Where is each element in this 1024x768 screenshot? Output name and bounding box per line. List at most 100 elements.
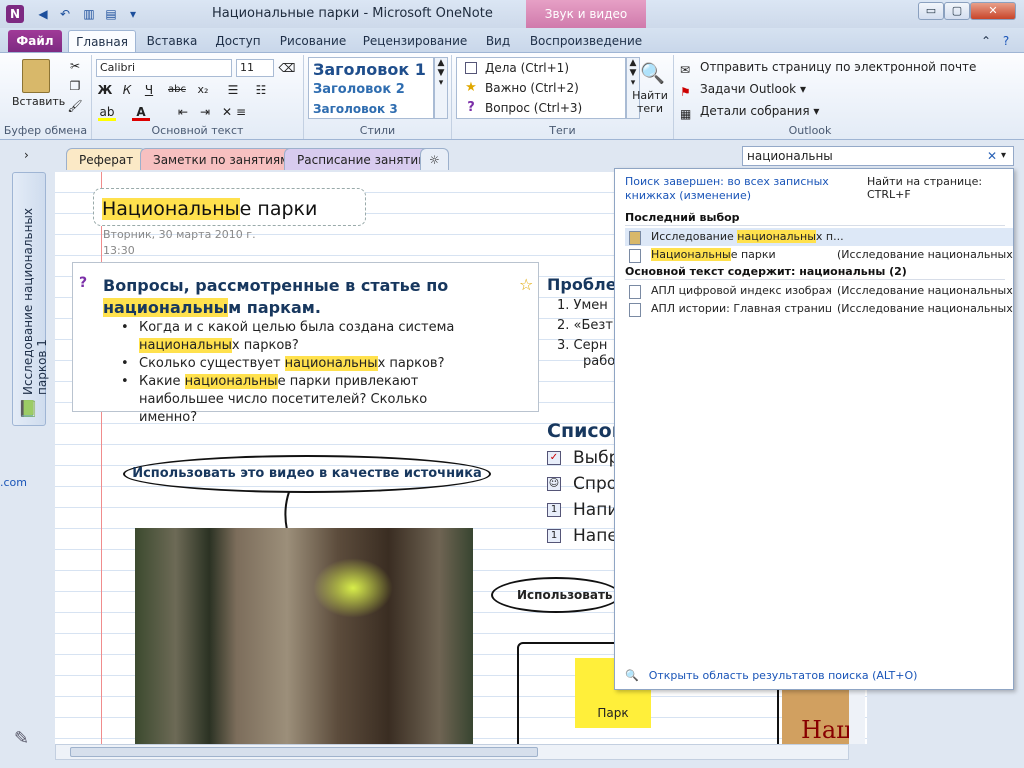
tab-insert[interactable]: Вставка [140, 30, 204, 52]
section-tab-notes[interactable]: Заметки по занятиям [140, 148, 303, 170]
subscript-button[interactable]: x₂ [192, 81, 214, 99]
format-painter-icon[interactable]: 🖌 [66, 97, 84, 115]
tag-question[interactable]: ? Вопрос (Ctrl+3) [459, 98, 609, 118]
dock-icon[interactable]: ▥ [80, 5, 98, 23]
font-size-field[interactable]: 11 [236, 59, 274, 77]
section-tab-referat[interactable]: Реферат [66, 148, 147, 170]
tab-home[interactable]: Главная [68, 30, 136, 52]
page-title-box[interactable]: Национальные парки [93, 188, 366, 226]
group-tags: Дела (Ctrl+1) ★ Важно (Ctrl+2) ? Вопрос (C… [452, 55, 674, 139]
bullets-icon[interactable]: ☰ [224, 81, 242, 99]
font-color-icon[interactable]: A [132, 103, 150, 121]
copy-icon[interactable]: ❐ [66, 77, 84, 95]
highlight-icon[interactable]: ab [98, 103, 116, 121]
style-heading-1[interactable]: Заголовок 1 [313, 60, 426, 79]
new-section-icon[interactable]: ☼ [420, 148, 449, 170]
customize-qat-icon[interactable]: ▾ [124, 5, 142, 23]
clear-formatting-icon[interactable]: ⌫ [278, 59, 296, 77]
page-list-icon[interactable]: ✎ [14, 728, 40, 754]
section-tab-bar: › Реферат Заметки по занятиям Расписание… [0, 140, 1024, 170]
style-heading-3[interactable]: Заголовок 3 [313, 102, 398, 116]
r1-a: Исследование [651, 230, 738, 243]
callout-video[interactable]: Использовать это видео в качестве источн… [123, 455, 491, 493]
body-text-heading: Основной текст содержит: национальны (2) [625, 265, 1005, 280]
increase-indent-icon[interactable]: ⇥ [196, 103, 214, 121]
decrease-indent-icon[interactable]: ⇤ [174, 103, 192, 121]
section-tab-schedule[interactable]: Расписание занятий [284, 148, 440, 170]
forest-photo[interactable] [135, 528, 473, 744]
tab-draw[interactable]: Рисование [272, 30, 354, 52]
result-page-parks[interactable]: Национальные парки (Исследование национа… [625, 246, 1013, 264]
font-name-field[interactable]: Calibri [96, 59, 232, 77]
meeting-details-button[interactable]: ▦ Детали собрания ▾ [680, 101, 819, 121]
clear-search-icon[interactable]: ✕ [987, 147, 997, 165]
fullpage-icon[interactable]: ▤ [102, 5, 120, 23]
style-heading-2[interactable]: Заголовок 2 [313, 82, 405, 97]
meeting-details-label: Детали собрания ▾ [700, 104, 820, 118]
tab-view[interactable]: Вид [476, 30, 520, 52]
q2-a: Сколько существует [139, 356, 285, 371]
cut-icon[interactable]: ✂ [66, 57, 84, 75]
paste-icon[interactable] [22, 59, 50, 93]
help-icon[interactable]: ? [998, 30, 1014, 52]
undo-icon[interactable]: ↶ [56, 5, 74, 23]
close-button[interactable]: ✕ [970, 2, 1016, 20]
important-star-icon: ☆ [519, 275, 534, 294]
search-input[interactable]: национальны ✕ ▾ [742, 146, 1014, 166]
tab-share[interactable]: Доступ [208, 30, 268, 52]
numbered-item-1: 1. Умен [557, 298, 608, 313]
styles-scroll[interactable]: ▲ ▼ ▾ [434, 57, 448, 119]
q-head-part2: м паркам. [228, 298, 321, 317]
q1-b: х парков? [231, 338, 299, 353]
q2-hl: национальны [284, 356, 378, 371]
horizontal-scrollbar[interactable] [55, 744, 849, 760]
magnifier-icon: 🔍 [640, 61, 665, 85]
q2-b: х парков? [377, 356, 445, 371]
italic-button[interactable]: К [118, 81, 136, 99]
numbering-icon[interactable]: ☷ [252, 81, 270, 99]
leaves-highlight [313, 558, 393, 618]
bold-button[interactable]: Ж [96, 81, 114, 99]
email-page-button[interactable]: ✉ Отправить страницу по электронной почте [680, 57, 976, 77]
align-icon[interactable]: ≡ [232, 103, 250, 121]
minimize-button[interactable]: ▭ [918, 2, 944, 20]
flag-icon: ⚑ [680, 85, 691, 99]
page-title: Национальные парки [102, 198, 317, 220]
minimize-ribbon-icon[interactable]: ⌃ [978, 30, 994, 52]
search-query: национальны [747, 149, 833, 163]
tab-playback[interactable]: Воспроизведение [528, 30, 644, 52]
email-page-label: Отправить страницу по электронной почте [700, 60, 977, 74]
tab-review[interactable]: Рецензирование [360, 30, 470, 52]
tag-important[interactable]: ★ Важно (Ctrl+2) [459, 78, 609, 98]
back-icon[interactable]: ◀ [34, 5, 52, 23]
search-scope-dropdown-icon[interactable]: ▾ [1001, 147, 1006, 165]
tag-todo[interactable]: Дела (Ctrl+1) [459, 58, 609, 78]
outlook-tasks-button[interactable]: ⚑ Задачи Outlook ▾ [680, 79, 806, 99]
result-apl-history-name: АПЛ истории: Главная страница [651, 302, 831, 315]
result-apl-index[interactable]: АПЛ цифровой индекс изображ... (Исследов… [625, 282, 1013, 300]
meeting-icon: ▦ [680, 107, 692, 121]
scroll-thumb[interactable] [70, 747, 538, 757]
result-apl-history[interactable]: АПЛ истории: Главная страница (Исследова… [625, 300, 1013, 318]
open-results-pane-link[interactable]: 🔍 Открыть область результатов поиска (ALT… [625, 669, 917, 682]
maximize-button[interactable]: ▢ [944, 2, 970, 20]
styles-gallery[interactable]: Заголовок 1 Заголовок 2 Заголовок 3 [308, 57, 434, 119]
ribbon: Вставить ✂ ❐ 🖌 Буфер обмена Calibri 11 ⌫… [0, 52, 1024, 140]
group-styles: Заголовок 1 Заголовок 2 Заголовок 3 ▲ ▼ ▾ … [304, 55, 452, 139]
search-scope-link[interactable]: Поиск завершен: во всех записных книжках… [625, 175, 861, 203]
tab-file[interactable]: Файл [8, 30, 62, 52]
strikethrough-button[interactable]: abc [164, 81, 190, 99]
callout-secondary[interactable]: Использовать эт [491, 577, 621, 613]
q1-a: Когда и с какой целью была создана систе… [139, 320, 455, 335]
open-results-pane-label: Открыть область результатов поиска (ALT+… [648, 669, 918, 682]
expand-nav-icon[interactable]: › [24, 148, 29, 162]
paste-button[interactable]: Вставить [12, 95, 65, 108]
underline-button[interactable]: Ч [140, 81, 158, 99]
result-notebook[interactable]: Исследование национальных п... [625, 228, 1013, 246]
notebook-pane[interactable]: Исследование национальных парков 1 📗 [12, 172, 49, 426]
q3-hl: национальны [184, 374, 278, 389]
tags-gallery: Дела (Ctrl+1) ★ Важно (Ctrl+2) ? Вопрос (C… [456, 57, 626, 119]
question-icon: ? [467, 100, 475, 115]
notebook-icon [629, 231, 641, 245]
questions-outline[interactable]: ? ☆ Вопросы, рассмотренные в статье по н… [72, 262, 539, 425]
